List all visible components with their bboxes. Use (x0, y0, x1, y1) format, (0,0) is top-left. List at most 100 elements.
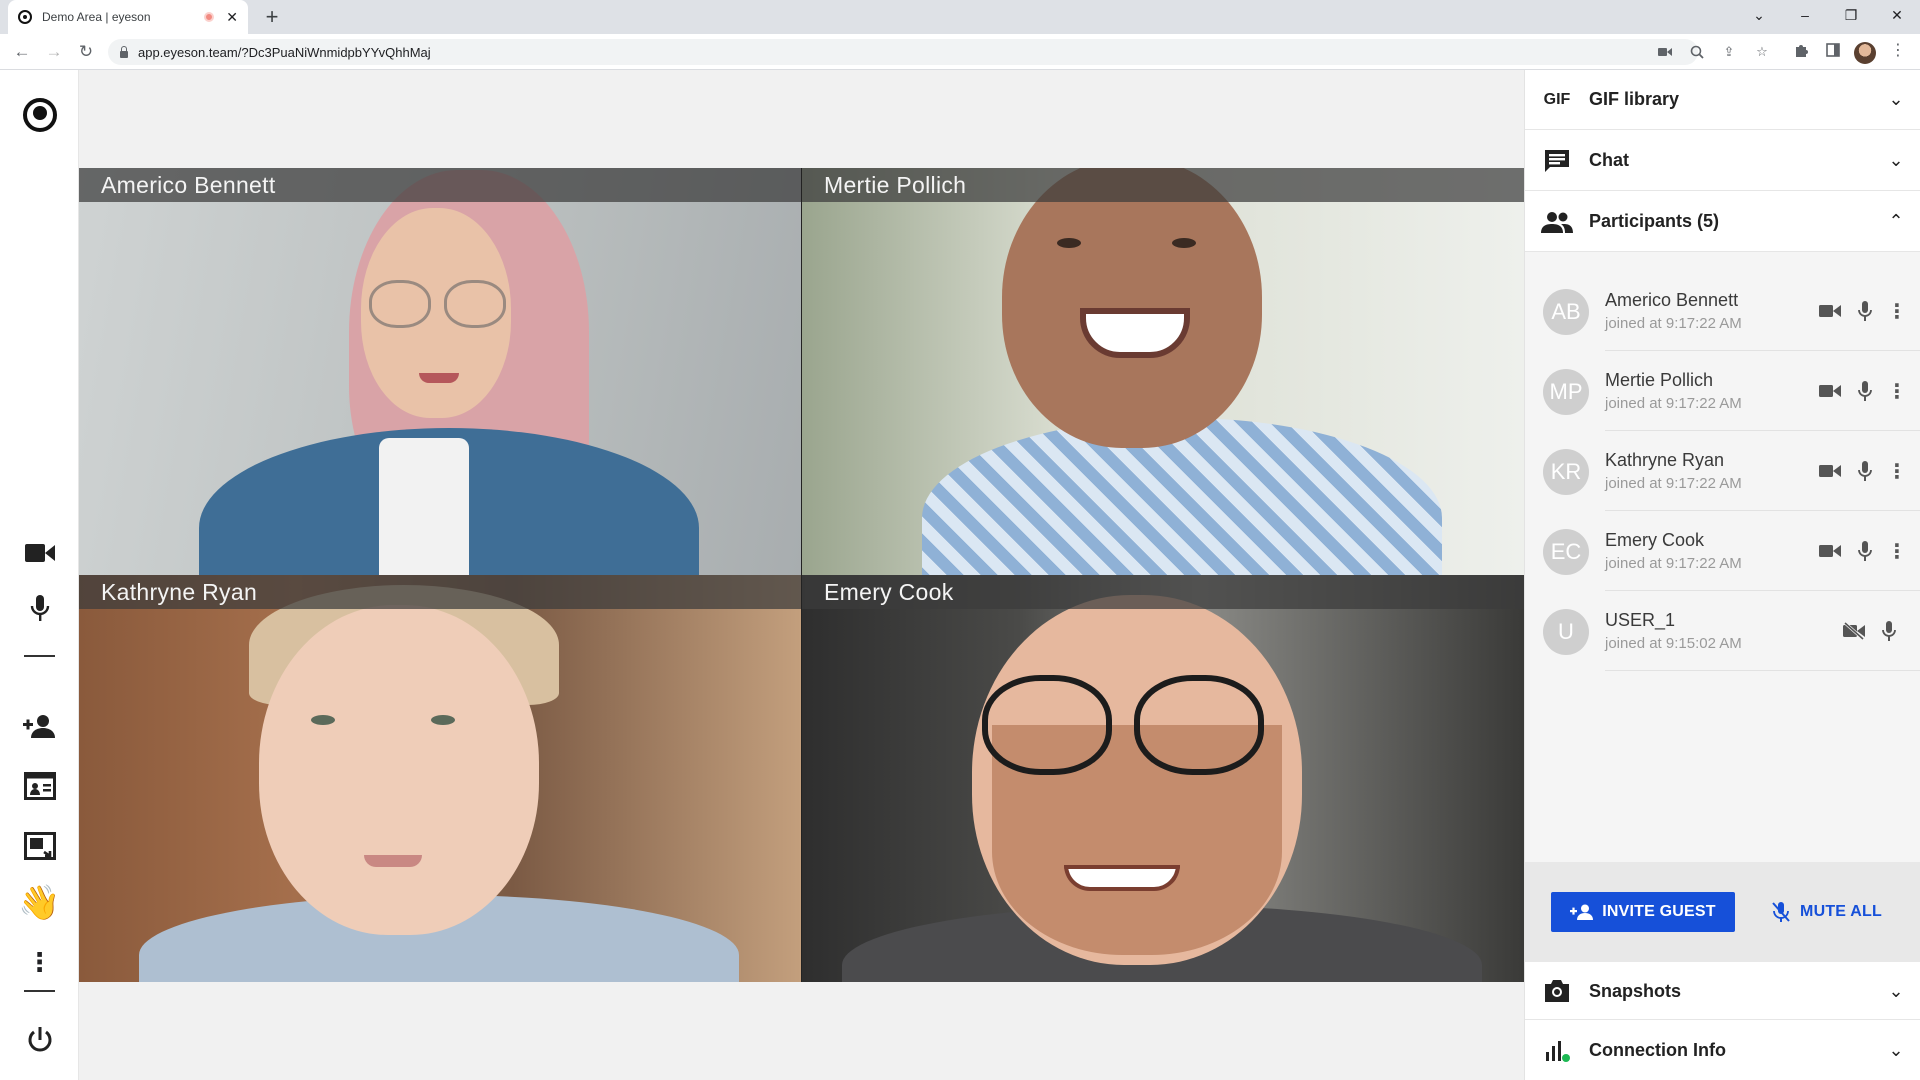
browser-menu-icon[interactable]: ⋮ (1888, 40, 1908, 60)
participant-name: Mertie Pollich (1605, 370, 1714, 390)
participant-name: USER_1 (1605, 610, 1676, 630)
participant-more-icon[interactable]: ⋮ (1885, 299, 1909, 323)
microphone-icon[interactable] (1853, 379, 1877, 403)
participant-row: MP Mertie Pollich joined at 9:17:22 AM ⋮ (1525, 351, 1920, 431)
participant-name: Kathryne Ryan (1605, 450, 1725, 470)
chevron-down-icon: ⌄ (1888, 980, 1904, 1001)
section-label: GIF library (1589, 89, 1680, 109)
camera-icon[interactable] (1818, 539, 1842, 563)
new-tab-button[interactable]: + (260, 4, 284, 30)
browser-tab[interactable]: Demo Area | eyeson ✕ (8, 0, 248, 34)
add-participant-icon[interactable] (0, 706, 79, 746)
presentation-icon[interactable] (0, 766, 79, 806)
participant-row: EC Emery Cook joined at 9:17:22 AM ⋮ (1525, 511, 1920, 591)
tile-name-label: Emery Cook (802, 575, 1524, 609)
participant-more-icon[interactable]: ⋮ (1885, 539, 1909, 563)
add-person-icon (1570, 904, 1594, 920)
participant-joined-time: joined at 9:17:22 AM (1605, 395, 1742, 412)
section-label: Participants (5) (1589, 211, 1720, 231)
share-icon[interactable]: ⇪ (1719, 42, 1739, 62)
more-options-icon[interactable]: ⋮ (0, 942, 79, 982)
participant-row: U USER_1 joined at 9:15:02 AM (1525, 591, 1920, 671)
microphone-icon[interactable] (1853, 539, 1877, 563)
participants-section-header[interactable]: Participants (5) ⌃ (1525, 192, 1920, 252)
restore-icon[interactable]: ❐ (1828, 0, 1874, 30)
eyeson-logo-icon (0, 95, 79, 135)
section-label: Connection Info (1589, 1040, 1726, 1060)
tab-search-chevron-icon[interactable]: ⌄ (1736, 0, 1782, 30)
mute-all-label: MUTE ALL (1800, 903, 1882, 920)
video-tile[interactable]: Americo Bennett (79, 168, 801, 575)
camera-icon[interactable] (1818, 299, 1842, 323)
participant-more-icon[interactable]: ⋮ (1885, 459, 1909, 483)
reload-icon[interactable]: ↻ (74, 40, 98, 64)
participants-actions: INVITE GUEST MUTE ALL (1525, 862, 1920, 962)
section-label: Chat (1589, 150, 1629, 170)
video-tile[interactable]: Emery Cook (802, 575, 1524, 982)
screen-share-icon[interactable] (0, 826, 79, 866)
tab-title: Demo Area | eyeson (42, 10, 151, 24)
gif-icon: GIF (1543, 90, 1571, 108)
mute-all-button[interactable]: MUTE ALL (1757, 892, 1897, 932)
invite-guest-button[interactable]: INVITE GUEST (1551, 892, 1735, 932)
camera-in-use-icon[interactable] (1655, 42, 1675, 62)
extensions-puzzle-icon[interactable] (1791, 40, 1811, 60)
minimize-icon[interactable]: – (1782, 0, 1828, 30)
participant-joined-time: joined at 9:15:02 AM (1605, 635, 1742, 652)
video-tile[interactable]: Kathryne Ryan (79, 575, 801, 982)
zoom-icon[interactable] (1687, 42, 1707, 62)
chevron-down-icon: ⌄ (1888, 89, 1904, 109)
back-arrow-icon[interactable]: ← (10, 40, 34, 64)
avatar: MP (1543, 369, 1589, 415)
signal-bars-icon (1525, 1040, 1589, 1062)
snapshots-section-header[interactable]: Snapshots ⌄ (1525, 963, 1920, 1020)
eyeson-favicon-icon (18, 10, 32, 24)
address-bar[interactable]: app.eyeson.team/?Dc3PuaNiWnmidpbYYvQhhMa… (108, 39, 1698, 65)
mic-off-icon (1772, 902, 1790, 922)
avatar: KR (1543, 449, 1589, 495)
profile-avatar[interactable] (1854, 42, 1876, 64)
bookmark-star-icon[interactable]: ☆ (1752, 42, 1772, 62)
side-panel-icon[interactable] (1823, 40, 1843, 60)
close-window-icon[interactable]: ✕ (1874, 0, 1920, 30)
camera-icon[interactable] (1818, 379, 1842, 403)
avatar: EC (1543, 529, 1589, 575)
tile-name-label: Mertie Pollich (802, 168, 1524, 202)
participant-row: AB Americo Bennett joined at 9:17:22 AM … (1525, 271, 1920, 351)
participant-name: Americo Bennett (1605, 290, 1739, 310)
section-label: Snapshots (1589, 980, 1682, 1001)
participant-name: Emery Cook (1605, 530, 1705, 550)
row-divider (1605, 670, 1920, 671)
microphone-icon[interactable] (1877, 619, 1901, 643)
participant-joined-time: joined at 9:17:22 AM (1605, 475, 1742, 492)
close-tab-icon[interactable]: ✕ (226, 9, 238, 26)
participants-group-icon (1525, 211, 1589, 233)
avatar: U (1543, 609, 1589, 655)
toolbar-divider (24, 990, 55, 992)
toolbar-divider (24, 655, 55, 657)
video-grid: Americo Bennett Mertie Pollich Kathryne … (79, 168, 1524, 982)
gif-library-section-header[interactable]: GIF GIF library ⌄ (1525, 70, 1920, 130)
camera-toggle-icon[interactable] (0, 533, 79, 573)
forward-arrow-icon[interactable]: → (42, 40, 66, 64)
avatar: AB (1543, 289, 1589, 335)
microphone-icon[interactable] (1853, 459, 1877, 483)
participant-more-icon[interactable]: ⋮ (1885, 379, 1909, 403)
microphone-icon[interactable] (1853, 299, 1877, 323)
microphone-toggle-icon[interactable] (0, 588, 79, 628)
camera-icon[interactable] (1818, 459, 1842, 483)
recording-indicator-icon (204, 12, 215, 22)
chevron-up-icon: ⌃ (1888, 211, 1904, 231)
eyeson-app: 👋 ⋮ Americo Bennett Mertie Pollich Kathr… (0, 70, 1920, 1080)
tile-name-label: Kathryne Ryan (79, 575, 801, 609)
participants-list: AB Americo Bennett joined at 9:17:22 AM … (1525, 252, 1920, 862)
reactions-waving-hand-icon[interactable]: 👋 (0, 883, 79, 923)
participant-joined-time: joined at 9:17:22 AM (1605, 315, 1742, 332)
chat-section-header[interactable]: Chat ⌄ (1525, 131, 1920, 191)
video-tile[interactable]: Mertie Pollich (802, 168, 1524, 575)
chevron-down-icon: ⌄ (1888, 150, 1904, 170)
camera-off-icon[interactable] (1842, 619, 1866, 643)
leave-meeting-power-icon[interactable] (0, 1020, 79, 1060)
participant-row: KR Kathryne Ryan joined at 9:17:22 AM ⋮ (1525, 431, 1920, 511)
connection-info-section-header[interactable]: Connection Info ⌄ (1525, 1021, 1920, 1080)
